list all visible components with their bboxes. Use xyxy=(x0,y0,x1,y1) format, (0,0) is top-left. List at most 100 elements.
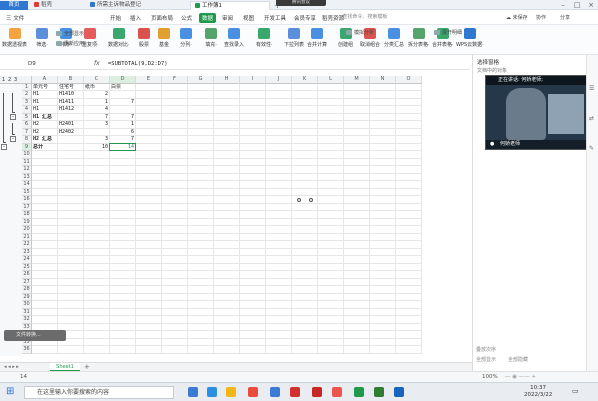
file-convert-tool[interactable]: 文件转换... xyxy=(4,330,66,341)
row-header[interactable]: 20 xyxy=(22,226,32,234)
menu-review[interactable]: 审阅 xyxy=(222,14,233,22)
show-all-button[interactable]: 全部显示 xyxy=(476,356,496,363)
table-cell[interactable]: 1 xyxy=(110,121,135,129)
ribbon-button[interactable]: 数据透视表 xyxy=(2,28,27,48)
taskbar-search[interactable]: 在这里输入你要搜索的内容 xyxy=(24,386,174,399)
table-cell[interactable]: 总计 xyxy=(32,144,57,152)
tab-home[interactable]: 首页 xyxy=(0,1,28,10)
outline-level-button[interactable]: 1 xyxy=(2,77,5,83)
row-header[interactable]: 12 xyxy=(22,166,32,174)
menu-data[interactable]: 数据 xyxy=(199,13,217,23)
menu-developer[interactable]: 开发工具 xyxy=(264,14,286,22)
row-header[interactable]: 26 xyxy=(22,271,32,279)
row-header[interactable]: 10 xyxy=(22,151,32,159)
row-header[interactable]: 32 xyxy=(22,316,32,324)
table-cell[interactable]: 7 xyxy=(84,114,109,122)
table-cell[interactable]: H1 xyxy=(32,91,57,99)
row-header[interactable]: 28 xyxy=(22,286,32,294)
zoom-level[interactable]: 100% xyxy=(482,374,498,380)
et-icon[interactable] xyxy=(354,387,364,397)
resize-handle[interactable] xyxy=(297,198,301,202)
table-cell[interactable]: 纸币 xyxy=(84,84,109,92)
column-header[interactable]: O xyxy=(396,76,422,84)
ribbon-small-button[interactable]: 重新应用 xyxy=(56,40,84,47)
ribbon-button[interactable]: 股票 xyxy=(138,28,150,48)
windows-start-icon[interactable]: ⊞ xyxy=(6,386,14,397)
clock[interactable]: 10:37 2022/3/22 xyxy=(524,385,552,399)
column-header[interactable]: M xyxy=(344,76,370,84)
meeting-icon[interactable] xyxy=(394,387,404,397)
row-header[interactable]: 13 xyxy=(22,173,32,181)
row-header[interactable]: 17 xyxy=(22,203,32,211)
sheet-nav-arrows[interactable]: ◂ ◂ ▸ ▸ xyxy=(4,364,19,370)
menu-file[interactable]: 三 文件 xyxy=(6,14,24,22)
column-header[interactable]: H xyxy=(214,76,240,84)
spreadsheet-grid[interactable]: A B C D E F G H I J K L M N O 1 2 3 4 5 6 7 8 9 10 11 12 13 14 15 16 17… xyxy=(0,76,470,356)
row-header[interactable]: 19 xyxy=(22,218,32,226)
row-header[interactable]: 4 xyxy=(22,106,32,114)
zoom-slider[interactable]: — ◉ —— + xyxy=(505,374,536,380)
hide-all-button[interactable]: 全部隐藏 xyxy=(508,356,528,363)
collapse-toggle[interactable]: – xyxy=(10,113,16,120)
table-cell[interactable]: 1 xyxy=(84,99,109,107)
table-cell[interactable]: 7 xyxy=(110,114,135,122)
row-header[interactable]: 31 xyxy=(22,308,32,316)
folder-icon[interactable] xyxy=(226,387,236,397)
row-header[interactable]: 25 xyxy=(22,263,32,271)
add-sheet-button[interactable]: + xyxy=(84,363,90,371)
ribbon-button[interactable]: 下拉列表 xyxy=(284,28,304,48)
column-header[interactable]: L xyxy=(318,76,344,84)
ribbon-button[interactable]: 拆分表格· xyxy=(408,28,430,48)
ribbon-button[interactable]: 重复项· xyxy=(82,28,99,48)
ribbon-button[interactable]: 查找录入 xyxy=(224,28,244,48)
sidebar-icon[interactable]: ⇄ xyxy=(589,115,594,122)
menu-page-layout[interactable]: 页面布局 xyxy=(151,14,173,22)
column-header[interactable]: F xyxy=(162,76,188,84)
ribbon-button[interactable]: 筛选· xyxy=(36,28,48,48)
row-header[interactable]: 15 xyxy=(22,188,32,196)
menu-insert[interactable]: 插入 xyxy=(130,14,141,22)
table-cell[interactable]: 住宅号 xyxy=(58,84,83,92)
table-cell[interactable]: 3 xyxy=(84,136,109,144)
column-header[interactable]: A xyxy=(32,76,58,84)
row-header[interactable]: 5 xyxy=(22,113,32,121)
table-cell[interactable]: H2 汇总 xyxy=(32,136,57,144)
taskview-icon[interactable] xyxy=(188,387,198,397)
fx-icon[interactable]: fx xyxy=(94,60,100,67)
table-cell[interactable]: H1412 xyxy=(58,106,83,114)
row-header[interactable]: 23 xyxy=(22,248,32,256)
maximize-button[interactable]: □ xyxy=(570,0,584,10)
wps-icon[interactable] xyxy=(270,387,280,397)
row-header[interactable]: 6 xyxy=(22,121,32,129)
row-header[interactable]: 16 xyxy=(22,196,32,204)
table-cell[interactable]: 7 xyxy=(110,99,135,107)
row-header[interactable]: 11 xyxy=(22,158,32,166)
table-cell[interactable]: H2 xyxy=(32,129,57,137)
ribbon-button[interactable]: 数据对比· xyxy=(108,28,130,48)
row-header[interactable]: 9 xyxy=(22,143,32,151)
name-box[interactable]: D9 xyxy=(22,60,72,69)
table-cell[interactable]: H2402 xyxy=(58,129,83,137)
command-search-input[interactable]: ⌕ 查找命令、搜索模板 xyxy=(332,13,412,22)
ribbon-button[interactable]: 有效性· xyxy=(256,28,273,48)
tab-daoke[interactable]: 稻壳 xyxy=(30,1,80,10)
column-header[interactable]: C xyxy=(84,76,110,84)
column-header[interactable]: D xyxy=(110,76,136,84)
outline-level-button[interactable]: 2 xyxy=(8,77,11,83)
row-header[interactable]: 3 xyxy=(22,98,32,106)
row-header[interactable]: 2 xyxy=(22,91,32,99)
minimize-button[interactable]: – xyxy=(556,0,570,10)
menu-member[interactable]: 会员专享 xyxy=(294,14,316,22)
table-cell[interactable]: H1410 xyxy=(58,91,83,99)
table-cell[interactable]: 4 xyxy=(84,106,109,114)
table-cell[interactable]: H1 汇总 xyxy=(32,114,57,122)
wps-writer-icon[interactable] xyxy=(290,387,300,397)
formula-input[interactable]: =SUBTOTAL(9,D2:D7) xyxy=(108,61,168,67)
collab-button[interactable]: 协作 xyxy=(536,14,546,21)
column-header[interactable]: J xyxy=(266,76,292,84)
close-button[interactable]: × xyxy=(584,0,598,10)
ribbon-button[interactable]: 基金 xyxy=(158,28,170,48)
row-header[interactable]: 21 xyxy=(22,233,32,241)
table-cell[interactable]: 10 xyxy=(84,144,109,152)
column-header[interactable]: B xyxy=(58,76,84,84)
